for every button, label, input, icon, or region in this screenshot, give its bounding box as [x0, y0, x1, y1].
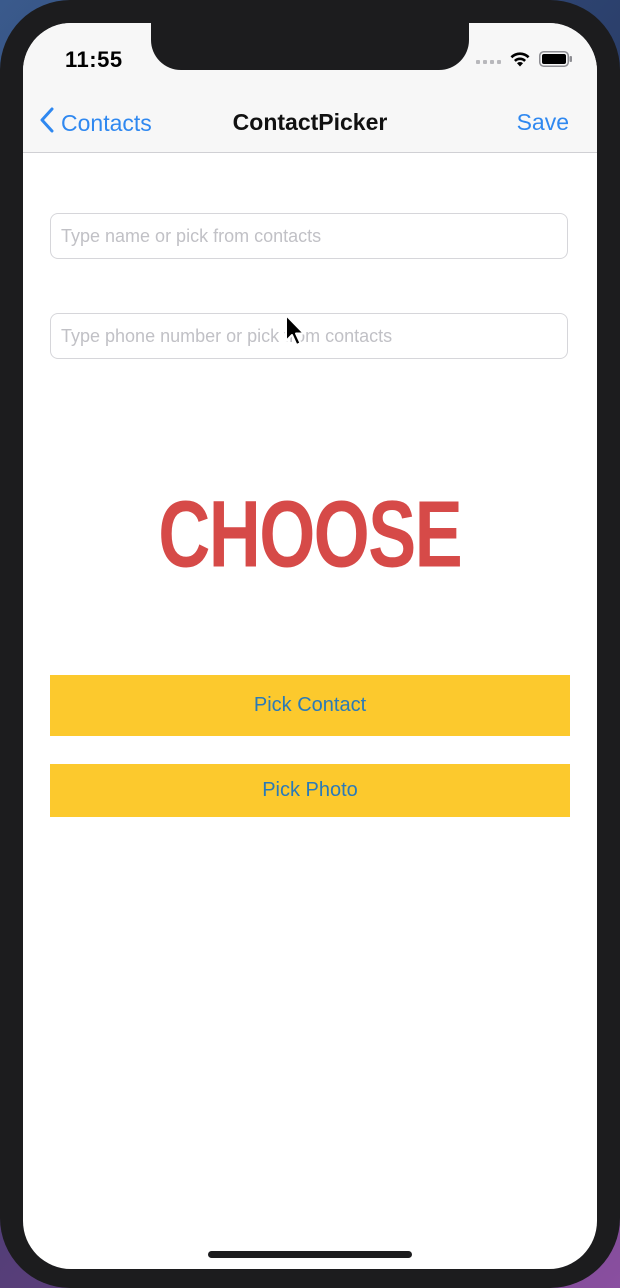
- navigation-bar: Contacts ContactPicker Save: [23, 93, 597, 153]
- name-field[interactable]: [50, 213, 568, 259]
- device-notch: [151, 23, 469, 70]
- choose-image-text: CHOOSE: [158, 480, 464, 587]
- status-time: 11:55: [65, 47, 123, 72]
- battery-icon: [539, 51, 573, 72]
- pick-contact-button[interactable]: Pick Contact: [50, 675, 570, 736]
- device-frame: 11:55 Contacts ContactPicker Save Type n…: [0, 0, 620, 1288]
- wifi-icon: [509, 51, 531, 72]
- save-button[interactable]: Save: [517, 109, 569, 136]
- screen: 11:55 Contacts ContactPicker Save Type n…: [23, 23, 597, 1269]
- choose-image: CHOOSE: [23, 480, 597, 587]
- pick-photo-button[interactable]: Pick Photo: [50, 764, 570, 817]
- signal-icon: [476, 59, 501, 64]
- home-indicator[interactable]: [208, 1251, 412, 1258]
- status-icons: [476, 51, 573, 72]
- page-title: ContactPicker: [232, 109, 388, 135]
- phone-field[interactable]: [50, 313, 568, 359]
